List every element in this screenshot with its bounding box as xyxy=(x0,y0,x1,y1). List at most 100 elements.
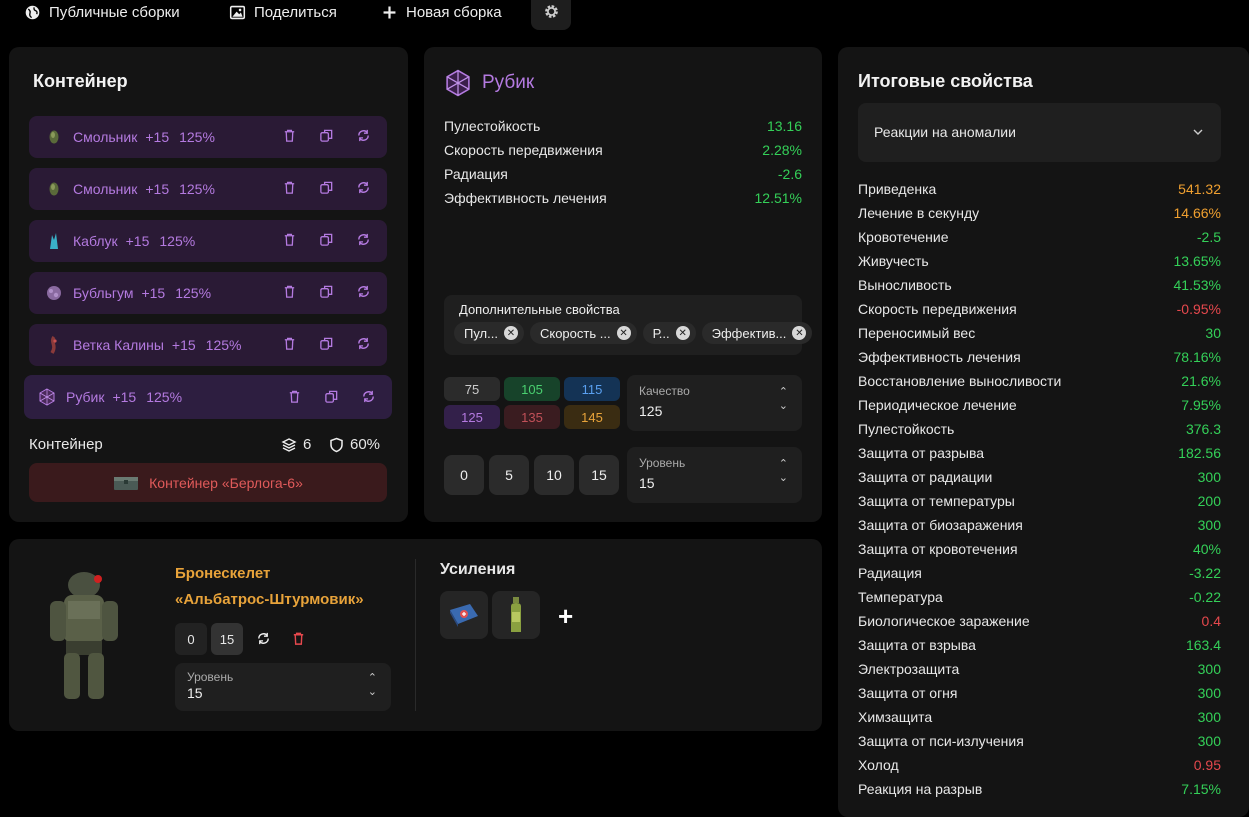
stat-label: Защита от радиации xyxy=(858,469,993,485)
stat-label: Температура xyxy=(858,589,943,605)
level-button-15[interactable]: 15 xyxy=(579,455,619,495)
close-icon[interactable]: ✕ xyxy=(616,326,631,340)
stat-label: Периодическое лечение xyxy=(858,397,1017,413)
total-stat-row: Переносимый вес 30 xyxy=(858,321,1221,345)
copy-icon[interactable] xyxy=(324,389,339,404)
trash-icon[interactable] xyxy=(282,232,297,247)
stat-label: Защита от биозаражения xyxy=(858,517,1023,533)
armor-level-value: 15 xyxy=(187,685,203,701)
copy-icon[interactable] xyxy=(319,128,334,143)
total-stat-row: Радиация -3.22 xyxy=(858,561,1221,585)
quality-select-label: Качество xyxy=(639,384,690,398)
chip[interactable]: Р... ✕ xyxy=(642,322,696,344)
chevron-updown-icon: ⌃ ⌄ xyxy=(367,672,377,698)
level-button-10[interactable]: 10 xyxy=(534,455,574,495)
stat-value: 300 xyxy=(1197,469,1221,485)
settings-button[interactable] xyxy=(531,0,571,30)
total-stat-row: Защита от температуры 200 xyxy=(858,489,1221,513)
copy-icon[interactable] xyxy=(319,284,334,299)
level-button-5[interactable]: 5 xyxy=(489,455,529,495)
item-name: Рубик xyxy=(66,389,105,405)
refresh-icon[interactable] xyxy=(356,284,371,299)
public-builds-button[interactable]: Публичные сборки xyxy=(24,0,180,24)
stat-label: Эффективность лечения xyxy=(858,349,1021,365)
stat-value: 30 xyxy=(1205,325,1221,341)
trash-icon[interactable] xyxy=(282,284,297,299)
copy-icon[interactable] xyxy=(319,336,334,351)
total-stat-row: Скорость передвижения -0.95% xyxy=(858,297,1221,321)
refresh-icon[interactable] xyxy=(361,389,376,404)
total-stat-row: Электрозащита 300 xyxy=(858,657,1221,681)
boost-slot-medkit[interactable] xyxy=(440,591,488,639)
quality-button-115[interactable]: 115 xyxy=(564,377,620,401)
trash-icon[interactable] xyxy=(282,128,297,143)
trash-icon[interactable] xyxy=(287,389,302,404)
stat-value: 300 xyxy=(1197,661,1221,677)
chevron-updown-icon: ⌃ ⌄ xyxy=(778,386,788,412)
quality-button-145[interactable]: 145 xyxy=(564,405,620,429)
refresh-icon[interactable] xyxy=(356,128,371,143)
close-icon[interactable]: ✕ xyxy=(503,326,518,340)
close-icon[interactable]: ✕ xyxy=(792,326,807,340)
container-item-4[interactable]: Бубльгум +15 125% xyxy=(29,272,387,314)
copy-icon[interactable] xyxy=(319,232,334,247)
quality-select[interactable]: Качество 125 ⌃ ⌄ xyxy=(627,375,802,431)
container-chest-icon xyxy=(114,476,139,490)
protection-value: 60% xyxy=(350,436,381,453)
container-item-5[interactable]: Ветка Калины +15 125% xyxy=(29,324,387,366)
chip[interactable]: Эффектив... ✕ xyxy=(701,322,813,344)
trash-icon[interactable] xyxy=(282,336,297,351)
refresh-icon[interactable] xyxy=(356,180,371,195)
extra-chips: Пул... ✕ Скорость ... ✕ Р... ✕ Эффектив... ✕ xyxy=(454,322,818,344)
anomaly-reactions-dropdown[interactable]: Реакции на аномалии xyxy=(858,103,1221,162)
totals-stat-list: Приведенка 541.32 Лечение в секунду 14.66%… xyxy=(858,177,1221,801)
artifact-stat-row: Скорость передвижения 2.28% xyxy=(444,138,802,162)
chevron-down-icon xyxy=(1193,129,1203,135)
trash-icon[interactable] xyxy=(291,631,306,646)
armor-image[interactable] xyxy=(44,567,122,703)
chip[interactable]: Пул... ✕ xyxy=(454,322,524,344)
globe-icon xyxy=(25,5,40,19)
quality-button-75[interactable]: 75 xyxy=(444,377,500,401)
add-boost-button[interactable]: + xyxy=(558,601,573,632)
chip[interactable]: Скорость ... ✕ xyxy=(529,322,637,344)
boost-slot-bottle[interactable] xyxy=(492,591,540,639)
container-type-button[interactable]: Контейнер «Берлога-6» xyxy=(29,463,387,502)
container-item-1[interactable]: Смольник +15 125% xyxy=(29,116,387,158)
close-icon[interactable]: ✕ xyxy=(675,326,690,340)
share-button[interactable]: Поделиться xyxy=(229,0,337,24)
quality-button-125[interactable]: 125 xyxy=(444,405,500,429)
armor-level-button-0[interactable]: 0 xyxy=(175,623,207,655)
stat-label: Электрозащита xyxy=(858,661,960,677)
stat-value: 2.28% xyxy=(762,142,802,158)
refresh-icon[interactable] xyxy=(356,336,371,351)
plus-icon xyxy=(383,6,396,18)
refresh-icon[interactable] xyxy=(356,232,371,247)
stat-value: 78.16% xyxy=(1173,349,1221,365)
stat-value: 7.95% xyxy=(1181,397,1221,413)
quality-button-105[interactable]: 105 xyxy=(504,377,560,401)
container-item-6-selected[interactable]: Рубик +15 125% xyxy=(24,375,392,419)
chevron-updown-icon: ⌃ ⌄ xyxy=(778,458,788,484)
quality-button-135[interactable]: 135 xyxy=(504,405,560,429)
level-button-0[interactable]: 0 xyxy=(444,455,484,495)
stat-value: 14.66% xyxy=(1173,205,1221,221)
new-build-button[interactable]: Новая сборка xyxy=(381,0,502,24)
total-stat-row: Эффективность лечения 78.16% xyxy=(858,345,1221,369)
container-item-3[interactable]: Каблук +15 125% xyxy=(29,220,387,262)
container-item-2[interactable]: Смольник +15 125% xyxy=(29,168,387,210)
armor-level-button-15[interactable]: 15 xyxy=(211,623,243,655)
stat-value: 21.6% xyxy=(1181,373,1221,389)
divider xyxy=(415,559,416,711)
total-stat-row: Живучесть 13.65% xyxy=(858,249,1221,273)
refresh-icon[interactable] xyxy=(256,631,271,646)
trash-icon[interactable] xyxy=(282,180,297,195)
total-stat-row: Защита от разрыва 182.56 xyxy=(858,441,1221,465)
total-stat-row: Приведенка 541.32 xyxy=(858,177,1221,201)
level-select[interactable]: Уровень 15 ⌃ ⌄ xyxy=(627,447,802,503)
copy-icon[interactable] xyxy=(319,180,334,195)
stat-label: Радиация xyxy=(858,565,922,581)
armor-level-select[interactable]: Уровень 15 ⌃ ⌄ xyxy=(175,663,391,711)
stat-label: Пулестойкость xyxy=(858,421,955,437)
extra-properties-box[interactable]: Дополнительные свойства Пул... ✕ Скорость… xyxy=(444,295,813,355)
